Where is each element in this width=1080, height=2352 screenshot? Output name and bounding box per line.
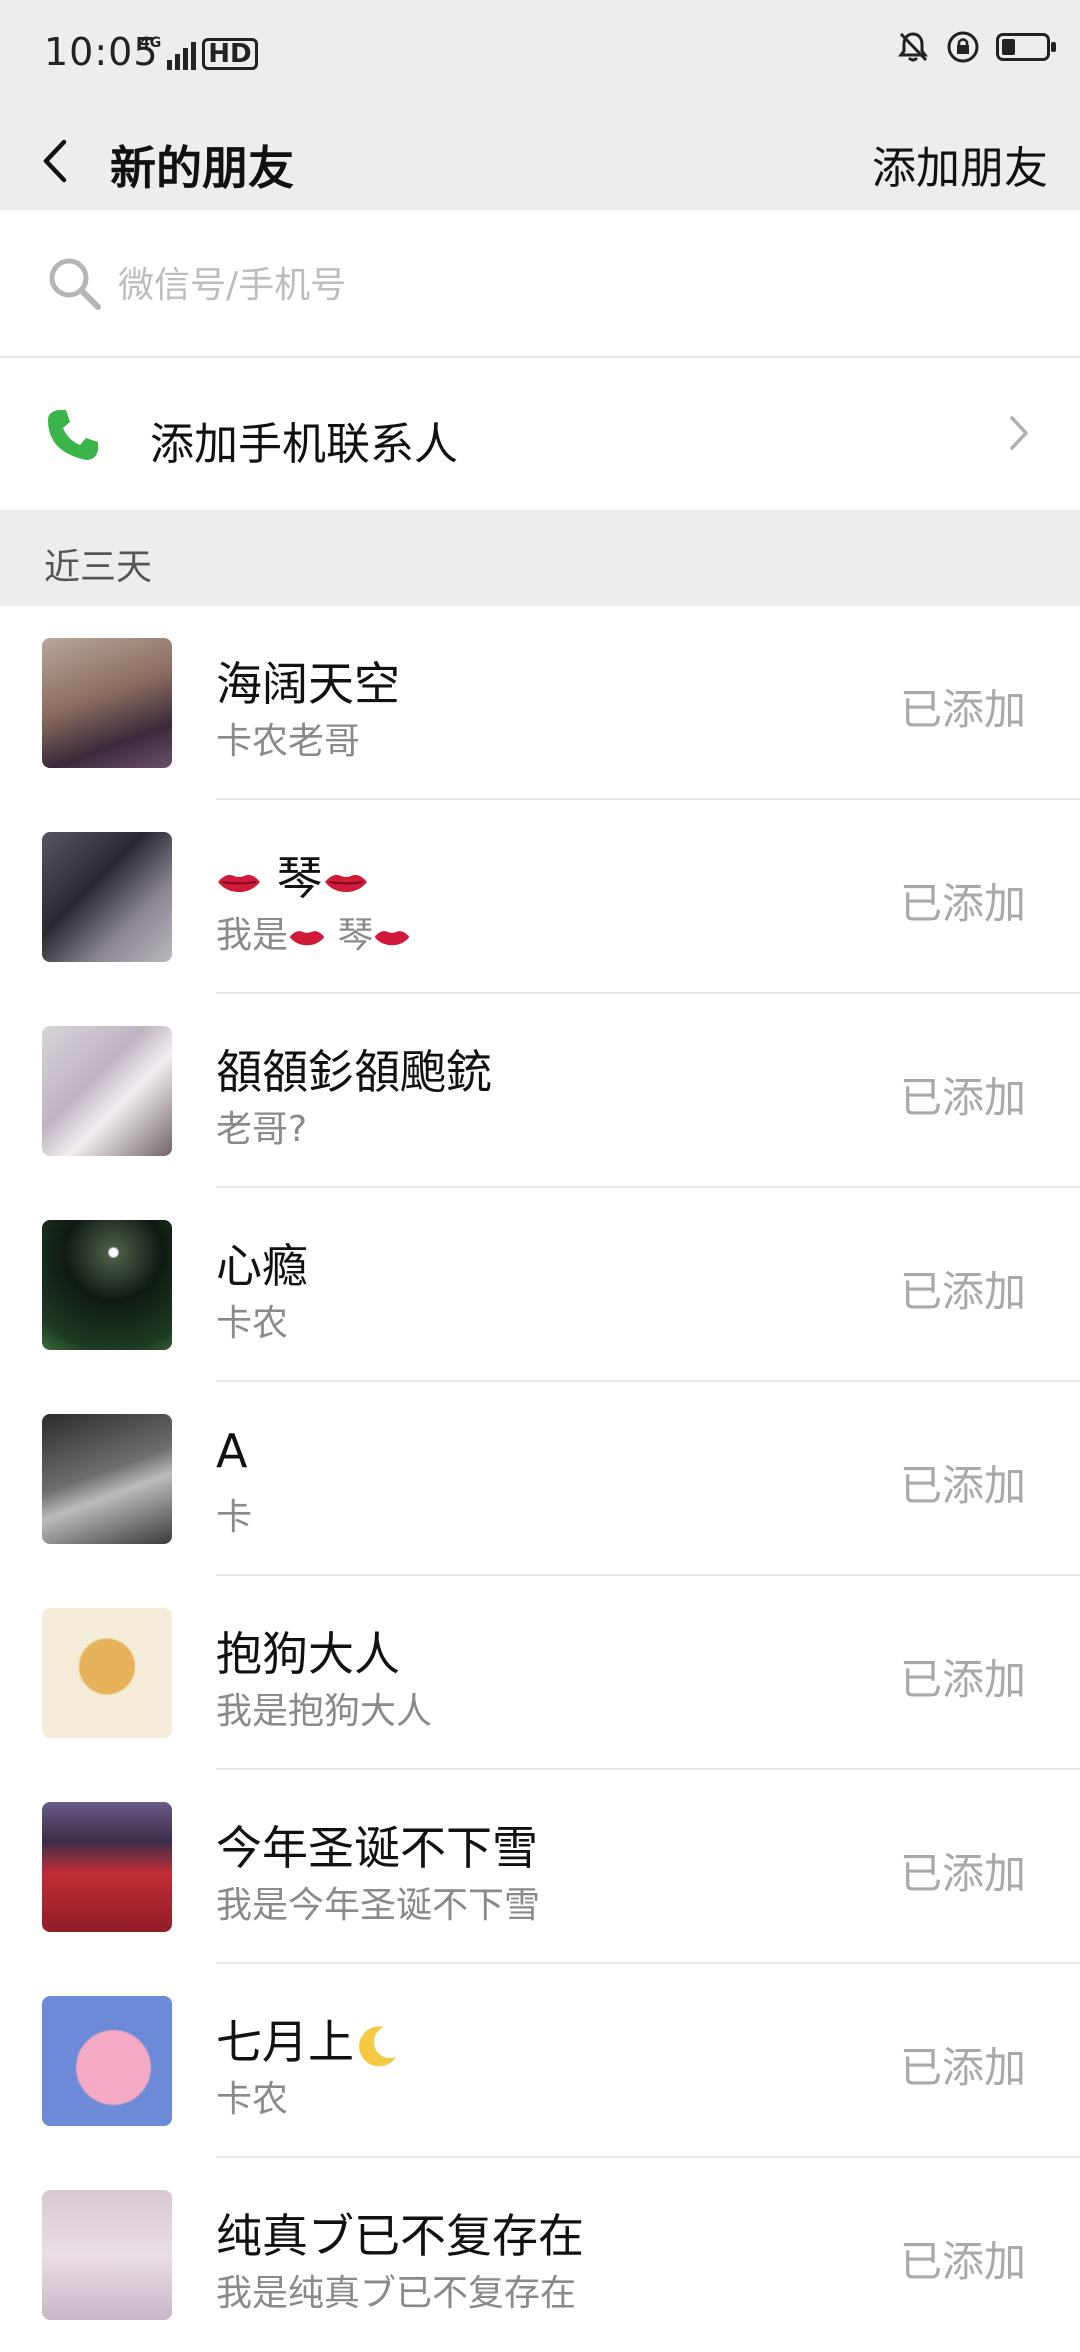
status-added: 已添加 — [899, 1655, 1026, 1704]
kiss-lips-icon — [218, 874, 260, 892]
kiss-lips-icon — [375, 931, 410, 946]
friend-list: 海阔天空 卡农老哥 已添加 琴 我是 琴 已添加 頟頟釤頟颮銃 老哥? 已添加 … — [0, 606, 1080, 2352]
search-icon — [49, 258, 101, 310]
friend-message: 我是今年圣诞不下雪 — [216, 1885, 541, 1926]
chevron-right-icon — [1010, 416, 1028, 450]
friend-row[interactable]: 纯真ブ已不复存在 我是纯真ブ已不复存在 已添加 — [0, 2158, 1080, 2352]
friend-name-line: 琴 — [216, 842, 369, 908]
friend-row[interactable]: A 卡 已添加 — [0, 1382, 1080, 1576]
friend-message: 卡农 — [216, 1303, 289, 1344]
phone-icon — [48, 410, 98, 460]
friend-row[interactable]: 今年圣诞不下雪 我是今年圣诞不下雪 已添加 — [0, 1770, 1080, 1964]
crescent-moon-icon — [359, 2025, 396, 2066]
kiss-lips-icon — [324, 874, 367, 892]
status-added: 已添加 — [899, 1073, 1026, 1122]
page-title: 新的朋友 — [110, 141, 294, 195]
friend-row[interactable]: 七月上 卡农 已添加 — [0, 1964, 1080, 2158]
avatar — [42, 832, 172, 962]
avatar — [42, 2190, 172, 2320]
friend-row[interactable]: 心瘾 卡农 已添加 — [0, 1188, 1080, 1382]
status-added: 已添加 — [899, 879, 1026, 928]
kiss-lips-icon — [289, 931, 325, 946]
avatar — [42, 1608, 172, 1738]
friend-name: 心瘾 — [216, 1239, 308, 1293]
friend-name: 琴 — [276, 851, 323, 905]
avatar — [42, 1802, 172, 1932]
friend-message: 我是 — [216, 915, 289, 956]
friend-message: 老哥? — [216, 1109, 308, 1150]
avatar — [42, 1996, 172, 2126]
friend-name: 今年圣诞不下雪 — [216, 1821, 538, 1875]
add-phone-contacts-label: 添加手机联系人 — [150, 419, 458, 470]
friend-message: 卡农老哥 — [216, 721, 361, 762]
back-button[interactable] — [30, 122, 100, 198]
avatar — [42, 638, 172, 768]
friend-name-line: 七月上 — [216, 2006, 400, 2072]
friend-row[interactable]: 頟頟釤頟颮銃 老哥? 已添加 — [0, 994, 1080, 1188]
friend-message-suffix: 琴 — [337, 915, 374, 956]
status-added: 已添加 — [899, 685, 1026, 734]
hd-badge: HD — [202, 38, 258, 70]
status-added: 已添加 — [899, 1849, 1026, 1898]
lock-rotation-icon — [947, 31, 979, 63]
section-label: 近三天 — [44, 547, 153, 588]
mute-bell-icon — [898, 32, 928, 62]
friend-name: 頟頟釤頟颮銃 — [216, 1045, 492, 1099]
section-header: 近三天 — [0, 510, 1080, 606]
status-added: 已添加 — [899, 1267, 1026, 1316]
friend-name: A — [216, 1424, 248, 1478]
friend-message: 卡 — [216, 1497, 253, 1538]
signal-icon — [167, 42, 197, 70]
status-added: 已添加 — [899, 2043, 1026, 2092]
search-input[interactable] — [116, 244, 1020, 326]
avatar — [42, 1414, 172, 1544]
status-added: 已添加 — [899, 1461, 1026, 1510]
friend-message: 卡农 — [216, 2079, 289, 2120]
network-indicator: 4G HD — [140, 36, 258, 70]
friend-message: 我是纯真ブ已不复存在 — [216, 2273, 577, 2314]
status-icons — [896, 30, 1056, 64]
avatar — [42, 1220, 172, 1350]
friend-name: 海阔天空 — [216, 657, 400, 711]
nav-bar: 新的朋友 添加朋友 — [0, 110, 1080, 210]
battery-icon — [996, 33, 1056, 61]
network-type: 4G — [140, 35, 162, 51]
add-friend-button[interactable]: 添加朋友 — [872, 132, 1048, 196]
friend-row[interactable]: 琴 我是 琴 已添加 — [0, 800, 1080, 994]
search-bar — [0, 210, 1080, 358]
friend-message-line: 我是 琴 — [216, 906, 411, 958]
chevron-left-icon — [43, 139, 67, 183]
friend-name: 纯真ブ已不复存在 — [216, 2209, 584, 2263]
friend-name: 七月上 — [216, 2015, 354, 2069]
friend-name: 抱狗大人 — [216, 1627, 400, 1681]
friend-message: 我是抱狗大人 — [216, 1691, 433, 1732]
avatar — [42, 1026, 172, 1156]
friend-row[interactable]: 抱狗大人 我是抱狗大人 已添加 — [0, 1576, 1080, 1770]
friend-row[interactable]: 海阔天空 卡农老哥 已添加 — [0, 606, 1080, 800]
add-phone-contacts-item[interactable]: 添加手机联系人 — [0, 358, 1080, 510]
status-bar: 10:05 4G HD — [0, 0, 1080, 110]
